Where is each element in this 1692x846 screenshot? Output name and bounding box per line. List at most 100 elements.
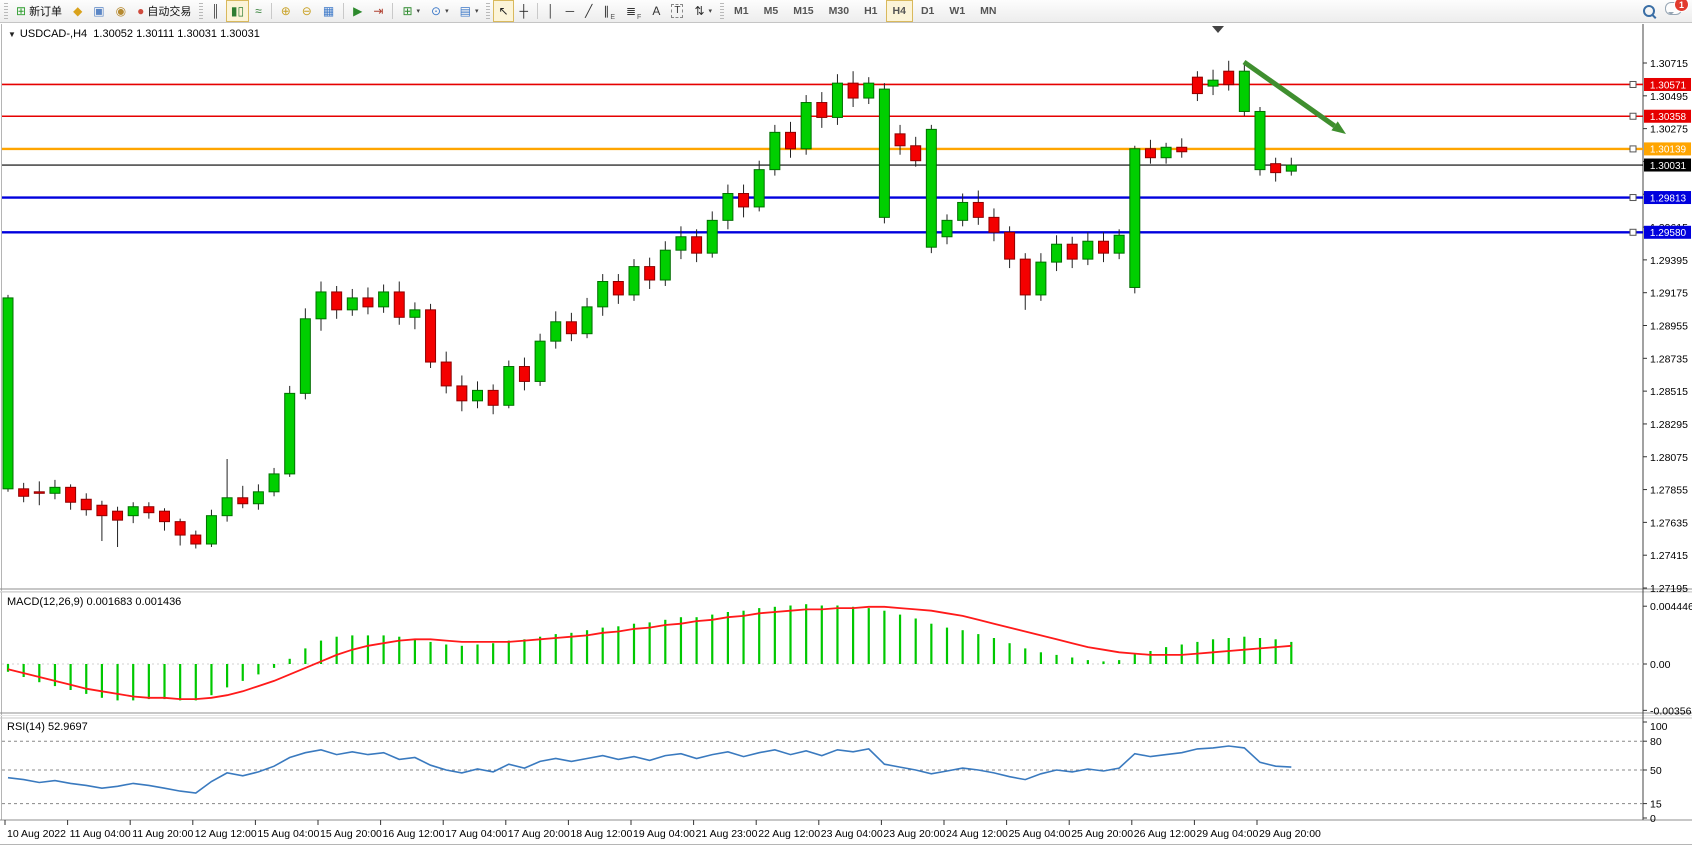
date-tick-label: 22 Aug 12:00 (758, 828, 820, 840)
timeframe-group: M1M5 M15 M30H1 H4 D1 W1 MN (727, 0, 1003, 22)
toolbar-separator (537, 3, 538, 19)
date-tick-label: 17 Aug 20:00 (508, 828, 570, 840)
cursor-button[interactable]: ↖ (493, 0, 513, 22)
timeframe-m15-button-label: M15 (793, 5, 813, 17)
line-chart-button[interactable]: ≈ (250, 0, 267, 22)
new-order-button[interactable]: ⊞新订单 (11, 0, 67, 22)
arrows-button-dropdown-icon[interactable]: ▾ (709, 7, 713, 15)
candle-body (1005, 232, 1015, 259)
line-handle-marker[interactable] (1630, 229, 1636, 235)
toolbar-grip[interactable] (4, 3, 8, 19)
timeframe-m5-button[interactable]: M5 (757, 0, 786, 22)
indicators-button[interactable]: ⊞▾ (397, 0, 425, 22)
candle-body (3, 298, 13, 489)
candle-body (175, 522, 185, 535)
vertical-line-button[interactable]: │ (542, 0, 560, 22)
market-watch-button[interactable]: ◆ (68, 0, 87, 22)
horizontal-line-button[interactable]: ─ (561, 0, 580, 22)
timeframe-d1-button-label: D1 (921, 5, 934, 17)
rsi-tick-label: 15 (1650, 799, 1662, 811)
macd-values: 0.001683 0.001436 (86, 596, 181, 608)
timeframe-w1-button[interactable]: W1 (942, 0, 972, 22)
macd-tick-label: -0.003566 (1650, 705, 1692, 717)
fibonacci-icon-sub: F (637, 14, 641, 21)
price-tick-label: 1.27855 (1650, 485, 1688, 497)
date-tick-label: 18 Aug 12:00 (570, 828, 632, 840)
timeframe-m1-button[interactable]: M1 (727, 0, 756, 22)
terminal-button[interactable]: ▣ (88, 0, 109, 22)
macd-tick-label: 0.004446 (1650, 601, 1692, 613)
zoom-in-button[interactable]: ⊕ (276, 0, 296, 22)
indicators-icon: ⊞ (402, 5, 412, 17)
line-handle-marker[interactable] (1630, 81, 1636, 87)
price-tick-label: 1.28515 (1650, 386, 1688, 398)
toolbar-grip[interactable] (720, 3, 724, 19)
timeframe-mn-button[interactable]: MN (973, 0, 1003, 22)
tile-windows-button[interactable]: ▦ (318, 0, 339, 22)
candle-body (754, 170, 764, 207)
candle-body (1099, 241, 1109, 253)
candle-body (128, 507, 138, 516)
signals-button[interactable]: ◉ (111, 0, 131, 22)
text-button[interactable]: A (647, 0, 665, 22)
date-tick-label: 15 Aug 20:00 (320, 828, 382, 840)
notifications-button[interactable]: 1 (1665, 2, 1682, 20)
zoom-out-button[interactable]: ⊖ (297, 0, 317, 22)
timeframe-mn-button-label: MN (980, 5, 996, 17)
periods-button-dropdown-icon[interactable]: ▾ (445, 7, 449, 15)
tile-windows-icon: ▦ (323, 5, 334, 17)
chart-shift-button[interactable]: ⇥ (368, 0, 388, 22)
candle-body (973, 202, 983, 217)
timeframe-h4-button[interactable]: H4 (886, 0, 913, 22)
autotrading-button[interactable]: ●自动交易 (132, 0, 196, 22)
arrows-button[interactable]: ⇅▾ (689, 0, 717, 22)
timeframe-h1-button[interactable]: H1 (857, 0, 884, 22)
chart-ohlc-values: 1.30052 1.30111 1.30031 1.30031 (93, 28, 260, 40)
timeframe-d1-button[interactable]: D1 (914, 0, 941, 22)
symbol-dropdown-icon[interactable]: ▼ (8, 30, 16, 39)
candle-body (535, 341, 545, 381)
date-tick-label: 19 Aug 04:00 (633, 828, 695, 840)
candle-body (1161, 147, 1171, 157)
trendline-button[interactable]: ╱ (580, 0, 597, 22)
price-tick-label: 1.30275 (1650, 124, 1688, 136)
price-tag-label: 1.30031 (1650, 161, 1687, 172)
toolbar-grip[interactable] (486, 3, 490, 19)
templates-button[interactable]: ▤▾ (455, 0, 484, 22)
candle-body (300, 319, 310, 394)
channel-button[interactable]: ∥E (598, 0, 620, 22)
crosshair-button[interactable]: ┼ (515, 0, 534, 22)
fibonacci-button[interactable]: ≣F (621, 0, 646, 22)
candle-body (911, 146, 921, 161)
timeframe-h4-button-label: H4 (893, 5, 906, 17)
rsi-tick-label: 100 (1650, 721, 1668, 733)
line-handle-marker[interactable] (1630, 195, 1636, 201)
timeframe-m30-button[interactable]: M30 (822, 0, 856, 22)
candle-body (1255, 111, 1265, 169)
templates-button-dropdown-icon[interactable]: ▾ (475, 7, 479, 15)
text-label-button[interactable]: T (666, 0, 688, 22)
chart-type-group: ║▮▯≈ (206, 0, 266, 22)
periods-button[interactable]: ⊙▾ (426, 0, 454, 22)
candle-body (613, 282, 623, 295)
line-handle-marker[interactable] (1630, 146, 1636, 152)
toolbar-grip[interactable] (199, 3, 203, 19)
channel-icon-sub: E (610, 14, 615, 21)
date-tick-label: 21 Aug 23:00 (696, 828, 758, 840)
indicators-button-dropdown-icon[interactable]: ▾ (417, 7, 421, 15)
candle-body (50, 487, 60, 493)
candlestick-chart-button[interactable]: ▮▯ (226, 0, 249, 22)
search-icon[interactable] (1643, 5, 1655, 17)
autoscroll-button[interactable]: ▶ (348, 0, 367, 22)
candle-body (1145, 149, 1155, 158)
bar-chart-button[interactable]: ║ (206, 0, 225, 22)
signal-icon: ◉ (116, 5, 126, 17)
autotrading-button-label: 自动交易 (147, 3, 191, 19)
candle-body (394, 292, 404, 317)
autotrading-icon: ● (137, 5, 144, 17)
line-handle-marker[interactable] (1630, 113, 1636, 119)
crosshair-icon: ┼ (520, 5, 529, 17)
rsi-name: RSI(14) (7, 721, 45, 733)
candle-body (1114, 235, 1124, 253)
timeframe-m15-button[interactable]: M15 (786, 0, 820, 22)
